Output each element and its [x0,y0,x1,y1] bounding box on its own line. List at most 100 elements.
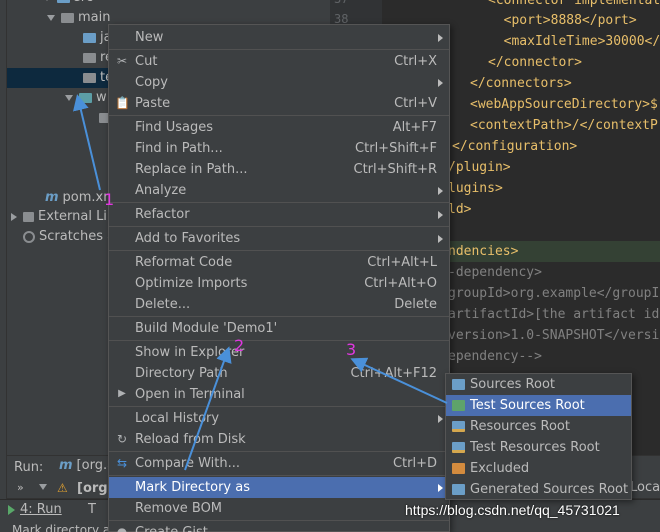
scratches-icon [23,230,35,243]
code-line: <port>8888</port> [488,13,637,28]
folder-icon [61,12,74,23]
menu-item-create-gist[interactable]: ●Create Gist... [109,522,449,532]
menu-item-local-history[interactable]: Local History [109,408,449,429]
collapse-arrow-icon[interactable] [11,212,17,221]
tree-item-webapp[interactable]: w [65,88,107,108]
context-menu: New ✂ Cut Ctrl+X Copy 📋 Paste Ctrl+V Find Us… [108,24,450,532]
test-resources-root-icon [452,442,465,453]
menu-item-new[interactable]: New [109,27,449,48]
submenu-item-resources-root[interactable]: Resources Root [446,416,631,437]
menu-item-reformat-code[interactable]: Reformat Code Ctrl+Alt+L [109,252,449,273]
code-line: <maxIdleTime>30000</ [488,34,660,49]
code-line: lugins> [448,181,503,196]
menu-item-compare-with[interactable]: ⇆ Compare With... Ctrl+D [109,453,449,474]
tree-item-scratches[interactable]: Scratches a [23,227,115,247]
menu-item-paste[interactable]: 📋 Paste Ctrl+V [109,93,449,114]
menu-item-delete[interactable]: Delete... Delete [109,294,449,315]
code-line: /plugin> [448,160,511,175]
menu-item-find-in-path[interactable]: Find in Path... Ctrl+Shift+F [109,138,449,159]
menu-item-find-usages[interactable]: Find Usages Alt+F7 [109,117,449,138]
code-line: </connectors> [470,76,572,91]
tool-tab[interactable]: T [88,502,96,517]
clipboard-icon: 📋 [115,96,130,110]
test-sources-root-icon [452,400,465,411]
expand-arrow-icon[interactable] [39,484,47,490]
tree-item-main[interactable]: main [47,8,110,28]
run-config-tab[interactable]: m [org.a [59,458,115,473]
terminal-icon: ▶ [118,388,126,399]
menu-separator [109,406,449,407]
code-line: version>1.0-SNAPSHOT</versi [448,328,660,343]
menu-separator [109,340,449,341]
maven-icon: m [59,458,73,473]
run-label: Run: [14,460,44,475]
submenu-arrow-icon [438,484,443,492]
web-folder-icon [79,92,92,103]
menu-item-refactor[interactable]: Refactor [109,204,449,225]
code-line: ld> [448,202,472,217]
menu-item-show-in-explorer[interactable]: Show in Explorer [109,342,449,363]
annotation-number-2: 2 [234,336,245,355]
library-icon [23,211,34,222]
double-chevron-icon[interactable]: » [17,481,24,494]
submenu-arrow-icon [438,187,443,195]
local-tab-label[interactable]: Loca [630,480,660,495]
compare-icon: ⇆ [116,456,128,470]
mark-directory-submenu: Sources Root Test Sources Root Resources… [445,373,632,500]
menu-item-mark-directory-as[interactable]: Mark Directory as [109,477,449,498]
tree-item-src[interactable]: src [43,0,93,8]
submenu-arrow-icon [438,415,443,423]
code-line: </connector> [488,55,582,70]
submenu-item-test-resources-root[interactable]: Test Resources Root [446,437,631,458]
code-line: ependency--> [448,349,542,364]
maven-icon: m [45,190,59,205]
code-line: artifactId>[the artifact id [448,307,660,322]
sources-root-icon [452,379,465,390]
expand-arrow-icon[interactable] [43,0,51,1]
menu-item-reload-from-disk[interactable]: ↻ Reload from Disk [109,429,449,450]
menu-separator [109,202,449,203]
code-line: </configuration> [452,139,578,154]
code-line: <contextPath>/</contextP [470,118,658,133]
menu-item-open-in-terminal[interactable]: ▶ Open in Terminal [109,384,449,405]
menu-separator [109,475,449,476]
code-line: -dependency> [448,265,542,280]
submenu-item-generated-sources-root[interactable]: Generated Sources Root [446,479,631,500]
submenu-item-test-sources-root[interactable]: Test Sources Root [446,395,631,416]
expand-arrow-icon[interactable] [47,14,55,21]
excluded-icon [452,463,465,474]
submenu-arrow-icon [438,34,443,42]
menu-separator [109,451,449,452]
menu-item-optimize-imports[interactable]: Optimize Imports Ctrl+Alt+O [109,273,449,294]
menu-separator [109,226,449,227]
run-icon[interactable] [8,505,15,515]
menu-item-build-module[interactable]: Build Module 'Demo1' [109,318,449,339]
code-line: groupId>org.example</groupI [448,286,660,301]
menu-separator [109,520,449,521]
menu-separator [109,250,449,251]
submenu-arrow-icon [438,211,443,219]
menu-item-analyze[interactable]: Analyze [109,180,449,201]
folder-icon [83,72,96,83]
menu-item-add-to-favorites[interactable]: Add to Favorites [109,228,449,249]
generated-sources-root-icon [452,484,465,495]
menu-item-replace-in-path[interactable]: Replace in Path... Ctrl+Shift+R [109,159,449,180]
menu-item-directory-path[interactable]: Directory Path Ctrl+Alt+F12 [109,363,449,384]
submenu-item-excluded[interactable]: Excluded [446,458,631,479]
menu-separator [109,49,449,50]
menu-separator [109,316,449,317]
tool-window-strip [0,0,7,532]
submenu-arrow-icon [438,235,443,243]
run-tab[interactable]: 4: Run [20,502,62,517]
code-line-highlighted: ndencies> [448,241,660,262]
submenu-arrow-icon [438,79,443,87]
expand-arrow-icon[interactable] [65,94,73,101]
submenu-item-sources-root[interactable]: Sources Root [446,374,631,395]
annotation-number-1: 1 [104,190,115,209]
menu-item-copy[interactable]: Copy [109,72,449,93]
reload-icon: ↻ [116,432,128,446]
github-icon: ● [116,525,128,532]
menu-item-remove-bom[interactable]: Remove BOM [109,498,449,519]
menu-item-cut[interactable]: ✂ Cut Ctrl+X [109,51,449,72]
tree-item-external-libraries[interactable]: External Lib [11,207,115,227]
